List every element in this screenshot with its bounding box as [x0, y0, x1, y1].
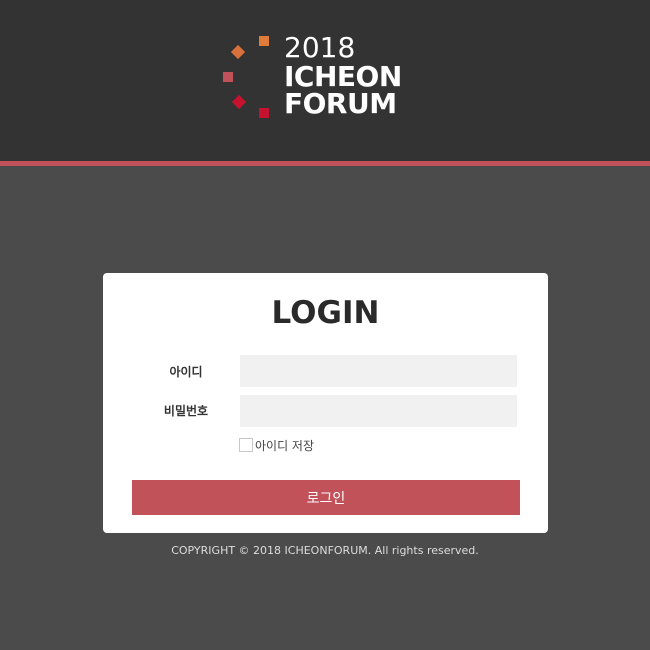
id-input[interactable]	[240, 355, 517, 387]
icheon-forum-logo[interactable]: 2018 ICHEON FORUM	[220, 33, 420, 123]
remember-id-label[interactable]: 아이디 저장	[255, 437, 314, 454]
login-button[interactable]: 로그인	[132, 480, 520, 515]
site-header: 2018 ICHEON FORUM	[0, 0, 650, 161]
login-title: LOGIN	[271, 295, 380, 331]
header-accent-line	[0, 161, 650, 166]
logo-name-line1: ICHEON	[284, 60, 402, 93]
id-label: 아이디	[169, 365, 203, 379]
remember-id-option[interactable]: 아이디 저장	[239, 437, 314, 453]
logo-name-line2: FORUM	[284, 87, 397, 120]
login-card: LOGIN 아이디 비밀번호 아이디 저장 로그인	[103, 273, 548, 533]
password-label: 비밀번호	[163, 404, 209, 418]
logo-mark-icon	[220, 33, 280, 123]
password-input[interactable]	[240, 395, 517, 427]
logo-year: 2018	[284, 31, 356, 64]
copyright-text: COPYRIGHT © 2018 ICHEONFORUM. All rights…	[171, 544, 479, 557]
logo-wordmark: 2018 ICHEON FORUM	[284, 31, 402, 120]
remember-id-checkbox[interactable]	[239, 438, 253, 452]
